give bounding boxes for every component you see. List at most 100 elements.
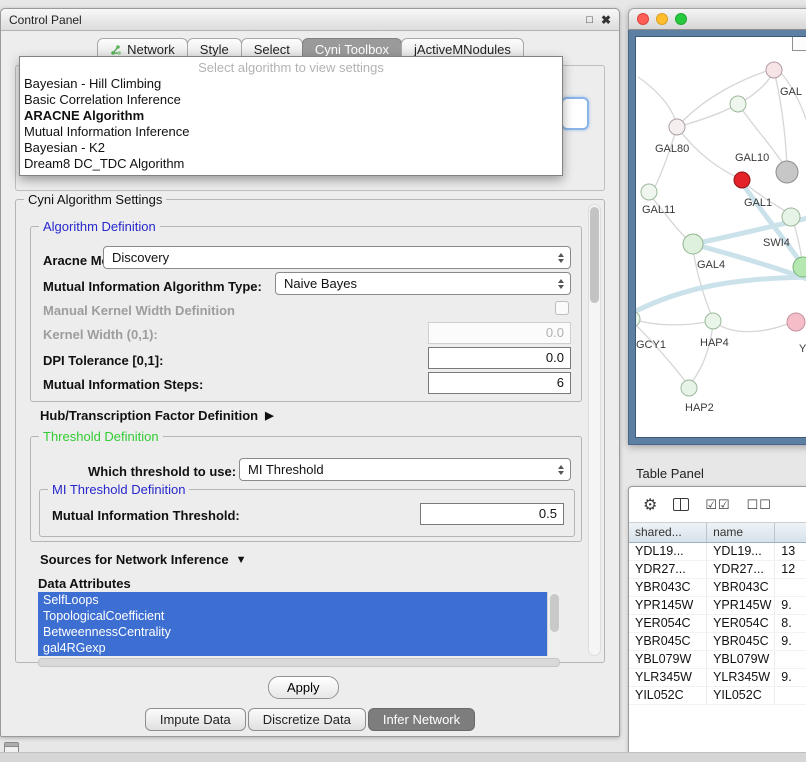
list-item-topologicalcoefficient[interactable]: TopologicalCoefficient: [38, 608, 547, 624]
control-panel-titlebar: Control Panel □ ✖: [1, 9, 619, 31]
manual-kernel-checkbox: [555, 301, 569, 315]
cell-name[interactable]: YBR043C: [707, 579, 775, 596]
mi-threshold-field[interactable]: 0.5: [420, 503, 564, 525]
algorithm-select-combo-fragment[interactable]: [561, 97, 589, 130]
table-row[interactable]: YLR345W YLR345W 9.: [629, 669, 806, 687]
node-gal11[interactable]: [641, 184, 657, 200]
cell-name[interactable]: YIL052C: [707, 687, 775, 704]
cyni-bottom-tabs: Impute Data Discretize Data Infer Networ…: [1, 708, 619, 731]
tab-discretize-data[interactable]: Discretize Data: [248, 708, 366, 731]
algorithm-option-bayesian-k2[interactable]: Bayesian - K2: [20, 140, 562, 156]
gear-icon[interactable]: ⚙: [643, 495, 657, 515]
cell-shared-name[interactable]: YPR145W: [629, 597, 707, 614]
algorithm-option-aracne[interactable]: ARACNE Algorithm: [20, 108, 562, 124]
list-item-selfloops[interactable]: SelfLoops: [38, 592, 547, 608]
table-row[interactable]: YPR145W YPR145W 9.: [629, 597, 806, 615]
cell-shared-name[interactable]: YBR043C: [629, 579, 707, 596]
cell-name[interactable]: YER054C: [707, 615, 775, 632]
algorithm-option-mutual-information[interactable]: Mutual Information Inference: [20, 124, 562, 140]
node-gal80[interactable]: [669, 119, 685, 135]
table-row[interactable]: YDL19... YDL19... 13: [629, 543, 806, 561]
algorithm-option-dream8[interactable]: Dream8 DC_TDC Algorithm: [20, 156, 562, 172]
node-pink-top[interactable]: [766, 62, 782, 78]
kernel-width-field: 0.0: [428, 322, 571, 344]
sources-toggle[interactable]: Sources for Network Inference ▼: [40, 552, 246, 567]
node-label: GAL1: [744, 197, 772, 209]
table-row[interactable]: YER054C YER054C 8.: [629, 615, 806, 633]
algorithm-option-basic-correlation[interactable]: Basic Correlation Inference: [20, 92, 562, 108]
cell-value[interactable]: 9.: [775, 633, 806, 650]
which-threshold-combo[interactable]: MI Threshold: [239, 458, 571, 481]
node-gal1[interactable]: [782, 208, 800, 226]
settings-scrollbar[interactable]: [588, 204, 601, 656]
node-hap2[interactable]: [681, 380, 697, 396]
column-header-name[interactable]: name: [707, 523, 775, 542]
node-highlight-red[interactable]: [734, 172, 750, 188]
node-hub-gray[interactable]: [776, 161, 798, 183]
table-row[interactable]: YBR045C YBR045C 9.: [629, 633, 806, 651]
column-header-shared-name[interactable]: shared...: [629, 523, 707, 542]
hub-definition-toggle[interactable]: Hub/Transcription Factor Definition ▶: [40, 408, 274, 423]
cell-value[interactable]: [775, 579, 806, 596]
tab-jactivemnodules-label: jActiveMNodules: [414, 42, 511, 57]
tab-infer-network[interactable]: Infer Network: [368, 708, 475, 731]
mi-steps-field[interactable]: 6: [428, 372, 571, 394]
table-row[interactable]: YIL052C YIL052C: [629, 687, 806, 705]
cell-name[interactable]: YPR145W: [707, 597, 775, 614]
cell-value[interactable]: [775, 651, 806, 668]
deselect-all-icon[interactable]: ☐☐: [747, 497, 772, 513]
cell-name[interactable]: YBR045C: [707, 633, 775, 650]
list-item-gal4rgexp[interactable]: gal4RGexp: [38, 640, 547, 656]
attributes-list-hscrollbar[interactable]: [38, 658, 560, 667]
control-panel-title: Control Panel: [9, 13, 82, 27]
cell-shared-name[interactable]: YDL19...: [629, 543, 707, 560]
mi-type-combo[interactable]: Naive Bayes: [275, 272, 571, 295]
cell-name[interactable]: YLR345W: [707, 669, 775, 686]
node-green-top[interactable]: [730, 96, 746, 112]
cell-name[interactable]: YBL079W: [707, 651, 775, 668]
list-item-betweennesscentrality[interactable]: BetweennessCentrality: [38, 624, 547, 640]
cell-value[interactable]: 9.: [775, 597, 806, 614]
cell-shared-name[interactable]: YBR045C: [629, 633, 707, 650]
node-hap4[interactable]: [705, 313, 721, 329]
zoom-button[interactable]: [675, 13, 687, 25]
minimize-button[interactable]: [656, 13, 668, 25]
cell-shared-name[interactable]: YDR27...: [629, 561, 707, 578]
canvas-corner-widget[interactable]: [792, 36, 806, 51]
cell-shared-name[interactable]: YBL079W: [629, 651, 707, 668]
cell-value[interactable]: 12: [775, 561, 806, 578]
cell-value[interactable]: [775, 687, 806, 704]
cell-value[interactable]: 8.: [775, 615, 806, 632]
cell-shared-name[interactable]: YER054C: [629, 615, 707, 632]
cell-value[interactable]: 13: [775, 543, 806, 560]
column-header-clipped[interactable]: [775, 523, 806, 542]
table-row[interactable]: YDR27... YDR27... 12: [629, 561, 806, 579]
columns-icon[interactable]: [673, 498, 689, 511]
attributes-list-scrollbar-thumb[interactable]: [550, 594, 559, 632]
table-row[interactable]: YBR043C YBR043C: [629, 579, 806, 597]
network-canvas[interactable]: GAL GAL80 GAL10 GAL11 GAL1 SWI4 GAL4 GCY…: [635, 36, 806, 438]
dpi-tolerance-field[interactable]: 0.0: [428, 347, 571, 369]
algorithm-option-bayesian-hill[interactable]: Bayesian - Hill Climbing: [20, 76, 562, 92]
settings-scrollbar-thumb[interactable]: [590, 207, 599, 303]
table-row[interactable]: YBL079W YBL079W: [629, 651, 806, 669]
cell-value[interactable]: 9.: [775, 669, 806, 686]
close-button[interactable]: [637, 13, 649, 25]
tab-impute-data[interactable]: Impute Data: [145, 708, 246, 731]
node-pink-right[interactable]: [787, 313, 805, 331]
network-edges-highlighted[interactable]: [636, 183, 806, 315]
aracne-mode-combo[interactable]: Discovery: [103, 246, 571, 269]
select-all-icon[interactable]: ☑☑: [705, 497, 730, 513]
node-gal4[interactable]: [683, 234, 703, 254]
chevron-down-icon: ▼: [236, 554, 247, 566]
node-gcy1[interactable]: [636, 311, 640, 327]
cell-shared-name[interactable]: YLR345W: [629, 669, 707, 686]
cell-name[interactable]: YDR27...: [707, 561, 775, 578]
network-window-titlebar[interactable]: [628, 8, 806, 30]
close-window-icon[interactable]: ✖: [601, 13, 611, 27]
attributes-list-scrollbar[interactable]: [547, 592, 560, 656]
cell-name[interactable]: YDL19...: [707, 543, 775, 560]
cell-shared-name[interactable]: YIL052C: [629, 687, 707, 704]
float-window-icon[interactable]: □: [586, 14, 593, 26]
apply-button[interactable]: Apply: [268, 676, 339, 699]
